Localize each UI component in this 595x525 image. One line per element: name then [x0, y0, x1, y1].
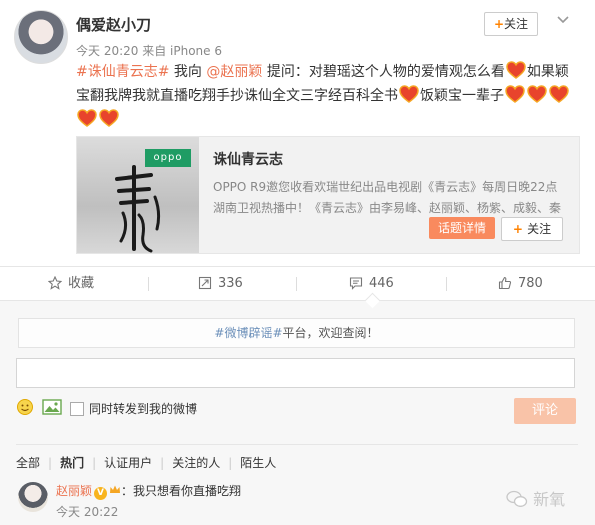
watermark: 新氧: [506, 486, 565, 510]
post-text-body3: 饭颖宝一辈子: [420, 88, 504, 104]
card-poster-image[interactable]: oppo: [77, 137, 199, 253]
repost-button[interactable]: 336: [198, 268, 243, 300]
comment-time: 今天 20:22: [56, 505, 119, 519]
rumor-notice: #微博辟谣#平台，欢迎查阅！: [18, 318, 575, 348]
filter-all[interactable]: 全部: [16, 456, 40, 470]
emoji-icon[interactable]: [16, 398, 34, 420]
wechat-icon: [506, 490, 528, 507]
comment-line: 赵丽颖 V ：我只想看你直播吃翔: [56, 482, 241, 500]
heart-emoji-icon: [99, 109, 119, 127]
comment-text: ：我只想看你直播吃翔: [121, 484, 242, 498]
post-text-to: 我向: [169, 64, 207, 80]
repost-count: 336: [218, 276, 243, 291]
separator: [148, 277, 149, 291]
author-avatar[interactable]: [14, 10, 68, 64]
filter-strangers[interactable]: 陌生人: [240, 456, 276, 470]
post-text: #诛仙青云志# 我向 @赵丽颖 提问：对碧瑶这个人物的爱情观怎么看 如果颖宝翻我牌…: [76, 60, 581, 132]
separator: [296, 277, 297, 291]
topic-detail-button[interactable]: 话题详情: [429, 217, 495, 239]
filter-hot[interactable]: 热门: [60, 456, 84, 470]
card-title[interactable]: 诛仙青云志: [213, 149, 283, 169]
follow-label: 关注: [504, 17, 529, 31]
plus-icon: +: [512, 222, 528, 236]
heart-emoji-icon: [549, 85, 569, 103]
card-description: OPPO R9邀您收看欢瑞世纪出品电视剧《青云志》每周日晚22点湖南卫视热播中！…: [213, 180, 562, 215]
favorite-label: 收藏: [68, 276, 95, 291]
repost-checkbox[interactable]: [70, 402, 84, 416]
filter-verified[interactable]: 认证用户: [104, 456, 152, 470]
post-text-body1: 提问：对碧瑶这个人物的爱情观怎么看: [262, 64, 505, 80]
filter-following[interactable]: 关注的人: [172, 456, 220, 470]
chevron-down-icon[interactable]: [556, 10, 570, 31]
commenter-avatar[interactable]: [18, 482, 48, 512]
repost-checkbox-label: 同时转发到我的微博: [89, 402, 198, 416]
heart-emoji-icon: [505, 85, 525, 103]
action-bar: 收藏 336 446 780: [0, 268, 595, 300]
author-name[interactable]: 偶爱赵小刀: [76, 14, 151, 35]
like-count: 780: [518, 276, 543, 291]
star-icon: [47, 275, 63, 290]
thumbs-up-icon: [498, 276, 512, 290]
divider: [16, 444, 578, 445]
like-button[interactable]: 780: [498, 268, 543, 300]
calligraphy-title: [99, 157, 189, 253]
watermark-text: 新氧: [533, 490, 566, 509]
repost-icon: [198, 276, 212, 290]
notice-text: 平台，欢迎查阅！: [282, 326, 379, 340]
topic-link[interactable]: #诛仙青云志#: [76, 64, 169, 80]
comment-count: 446: [369, 276, 394, 291]
heart-emoji-icon: [399, 85, 419, 103]
card-follow-label: 关注: [527, 222, 552, 236]
heart-emoji-icon: [506, 61, 526, 79]
separator: [446, 277, 447, 291]
favorite-button[interactable]: 收藏: [47, 268, 95, 300]
submit-comment-button[interactable]: 评论: [514, 398, 576, 424]
plus-icon: +: [493, 17, 505, 31]
mention-link[interactable]: @赵丽颖: [206, 64, 262, 80]
post-meta: 今天 20:20 来自 iPhone 6: [76, 44, 222, 58]
comment-input[interactable]: [16, 358, 575, 388]
heart-emoji-icon: [77, 109, 97, 127]
card-follow-button[interactable]: + 关注: [501, 217, 563, 241]
vip-crown-icon: [109, 484, 121, 498]
notice-topic-link[interactable]: #微博辟谣#: [214, 326, 282, 340]
image-icon[interactable]: [42, 398, 62, 420]
verified-badge-icon: V: [94, 487, 108, 500]
comment-icon: [349, 277, 363, 290]
comment-filter-tabs: 全部 | 热门 | 认证用户 | 关注的人 | 陌生人: [16, 456, 277, 470]
divider: [0, 266, 595, 267]
heart-emoji-icon: [527, 85, 547, 103]
commenter-name[interactable]: 赵丽颖: [56, 484, 92, 498]
topic-card[interactable]: oppo 诛仙青云志 OPPO R9邀您收看欢瑞世纪出品电视剧《青云志》每周日晚…: [76, 136, 580, 254]
follow-button[interactable]: +关注: [484, 12, 538, 36]
